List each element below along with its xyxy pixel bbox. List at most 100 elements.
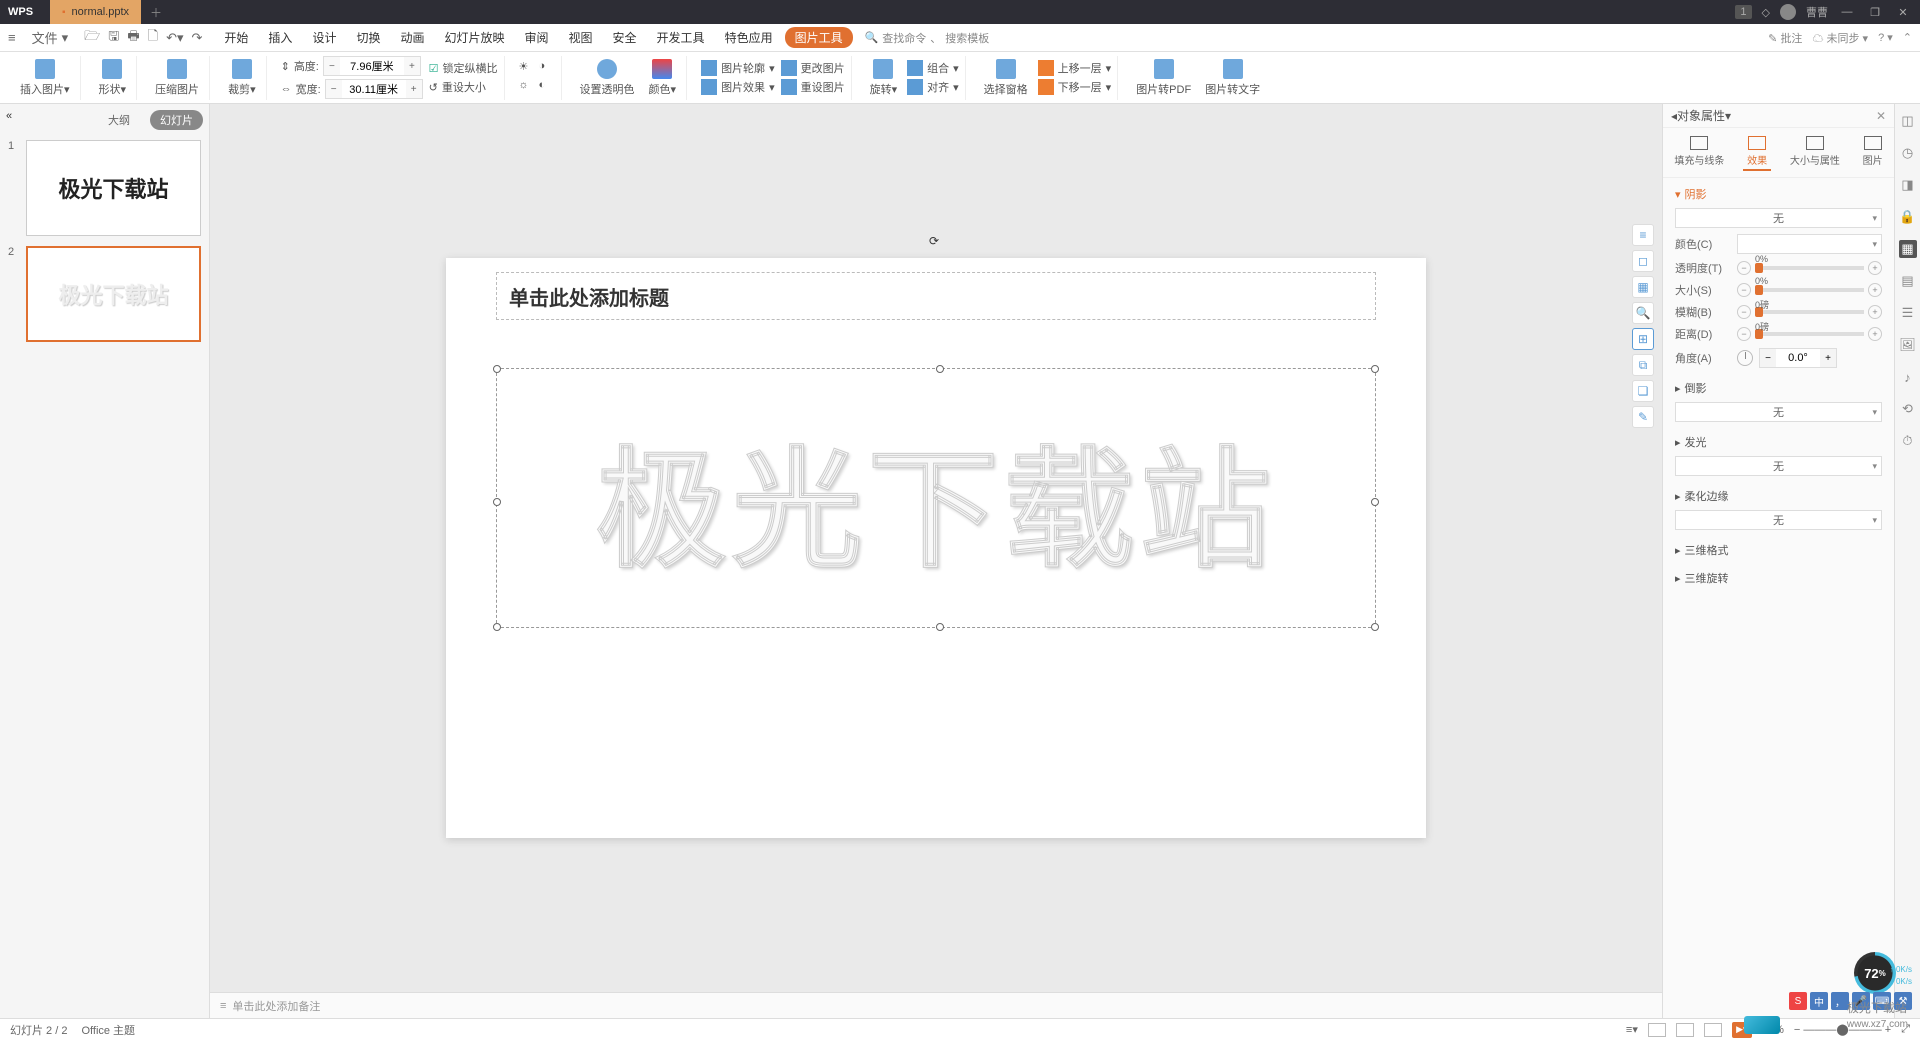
save-icon[interactable]: 🖫 — [108, 27, 119, 49]
move-up-button[interactable]: 上移一层▾ — [1038, 60, 1112, 76]
edit-tool-icon[interactable]: ✎ — [1632, 406, 1654, 428]
lock-ratio-checkbox[interactable]: ☑锁定纵横比 — [429, 60, 498, 76]
sec-3dformat[interactable]: ▸ 三维格式 — [1675, 542, 1882, 558]
handle-tc[interactable] — [936, 365, 944, 373]
rail-lock-icon[interactable]: 🔒 — [1899, 208, 1917, 226]
pic-effect-button[interactable]: 图片效果▾ — [701, 79, 775, 95]
height-spinner[interactable]: −+ — [323, 56, 421, 76]
rail-more-icon[interactable]: ☰ — [1899, 304, 1917, 322]
avatar[interactable] — [1780, 4, 1796, 20]
prop-tab-size[interactable]: 大小与属性 — [1786, 134, 1844, 171]
change-pic-button[interactable]: 更改图片 — [781, 60, 845, 76]
tab-security[interactable]: 安全 — [605, 25, 645, 50]
document-tab[interactable]: normal.pptx — [50, 0, 141, 24]
angle-input[interactable]: −+ — [1759, 348, 1837, 368]
search-commands[interactable]: 🔍 查找命令、搜索模板 — [865, 30, 990, 46]
minimize-button[interactable]: — — [1838, 6, 1856, 18]
prop-tab-effect[interactable]: 效果 — [1743, 134, 1771, 171]
tab-slideshow[interactable]: 幻灯片放映 — [436, 25, 512, 50]
handle-bc[interactable] — [936, 623, 944, 631]
copy-tool-icon[interactable]: ⧉ — [1632, 354, 1654, 376]
contrast-minus-icon[interactable]: ◐ — [539, 79, 555, 95]
shadow-color-select[interactable] — [1737, 234, 1882, 254]
rotation-handle[interactable]: ⟳ — [929, 234, 943, 248]
rail-anim-icon[interactable]: ⟲ — [1899, 400, 1917, 418]
rail-pic-icon[interactable]: 🖼 — [1899, 336, 1917, 354]
handle-bl[interactable] — [493, 623, 501, 631]
width-spinner[interactable]: −+ — [325, 79, 423, 99]
handle-br[interactable] — [1371, 623, 1379, 631]
ime-mode[interactable]: 中 — [1810, 992, 1828, 1010]
tab-design[interactable]: 设计 — [304, 25, 344, 50]
angle-dial[interactable] — [1737, 350, 1753, 366]
compress-picture-button[interactable]: 压缩图片 — [151, 57, 203, 99]
undo-icon[interactable]: ↶▾ — [166, 30, 183, 46]
selection-pane-button[interactable]: 选择窗格 — [980, 57, 1032, 99]
view-menu-icon[interactable]: ≡▾ — [1626, 1023, 1638, 1036]
pic-to-text-button[interactable]: 图片转文字 — [1201, 57, 1264, 99]
inc-btn[interactable]: + — [1868, 261, 1882, 275]
contrast-plus-icon[interactable]: ◑ — [539, 60, 555, 76]
rail-ai-icon[interactable]: ▦ — [1899, 240, 1917, 258]
tab-transition[interactable]: 切换 — [348, 25, 388, 50]
new-tab-button[interactable]: ＋ — [141, 0, 171, 24]
glow-select[interactable]: 无 — [1675, 456, 1882, 476]
tab-start[interactable]: 开始 — [216, 25, 256, 50]
slide-thumb-1[interactable]: 极光下载站 — [26, 140, 201, 236]
sec-reflection[interactable]: ▸ 倒影 — [1675, 380, 1882, 396]
slide-canvas[interactable]: 单击此处添加标题 ⟳ 极光下载站 — [446, 258, 1426, 838]
sec-glow[interactable]: ▸ 发光 — [1675, 434, 1882, 450]
sec-shadow[interactable]: ▾ 阴影 — [1675, 186, 1882, 202]
handle-mr[interactable] — [1371, 498, 1379, 506]
tab-animation[interactable]: 动画 — [392, 25, 432, 50]
sec-softedge[interactable]: ▸ 柔化边缘 — [1675, 488, 1882, 504]
sec-3drotation[interactable]: ▸ 三维旋转 — [1675, 570, 1882, 586]
collapse-ribbon-icon[interactable]: ⌃ — [1903, 31, 1912, 44]
help-icon[interactable]: ? ▾ — [1878, 31, 1893, 44]
close-button[interactable]: ✕ — [1894, 6, 1912, 19]
zoom-tool-icon[interactable]: 🔍 — [1632, 302, 1654, 324]
blur-slider[interactable]: 0磅 — [1755, 310, 1864, 314]
ime-logo-icon[interactable]: S — [1789, 992, 1807, 1010]
slides-tab[interactable]: 幻灯片 — [150, 110, 203, 130]
combine-button[interactable]: 组合▾ — [907, 60, 959, 76]
open-icon[interactable]: 🗁 — [84, 27, 100, 49]
pic-outline-button[interactable]: 图片轮廓▾ — [701, 60, 775, 76]
rail-template-icon[interactable]: ◫ — [1899, 112, 1917, 130]
prop-tab-pic[interactable]: 图片 — [1859, 134, 1887, 171]
reading-view-icon[interactable] — [1704, 1023, 1722, 1037]
redo-icon[interactable]: ↷ — [192, 30, 203, 46]
brightness-minus-icon[interactable]: ☼ — [519, 79, 535, 95]
cloud-icon[interactable]: ◇ — [1762, 6, 1770, 19]
selection-box[interactable] — [496, 368, 1376, 628]
notif-badge[interactable]: 1 — [1735, 5, 1751, 19]
softedge-select[interactable]: 无 — [1675, 510, 1882, 530]
brightness-icon[interactable]: ☀ — [519, 60, 535, 76]
slide-thumb-2[interactable]: 极光下载站 — [26, 246, 201, 342]
color-button[interactable]: 颜色▾ — [645, 57, 681, 99]
tab-devtools[interactable]: 开发工具 — [649, 25, 713, 50]
tab-special[interactable]: 特色应用 — [717, 25, 781, 50]
normal-view-icon[interactable] — [1648, 1023, 1666, 1037]
shadow-preset[interactable]: 无 — [1675, 208, 1882, 228]
crop-button[interactable]: 裁剪▾ — [224, 57, 260, 99]
reset-pic-button[interactable]: 重设图片 — [781, 79, 845, 95]
layer-icon[interactable]: ≡ — [1632, 224, 1654, 246]
distance-slider[interactable]: 0磅 — [1755, 332, 1864, 336]
menu-icon[interactable]: ≡ — [8, 30, 16, 45]
rail-sound-icon[interactable]: ♪ — [1899, 368, 1917, 386]
shape-button[interactable]: 形状▾ — [95, 57, 131, 99]
prop-close-icon[interactable]: ✕ — [1876, 109, 1886, 123]
dec-btn[interactable]: − — [1737, 261, 1751, 275]
outline-tab[interactable]: 大纲 — [98, 110, 140, 130]
reflection-select[interactable]: 无 — [1675, 402, 1882, 422]
pic-to-pdf-button[interactable]: 图片转PDF — [1132, 57, 1195, 99]
reset-size-button[interactable]: ↺重设大小 — [429, 79, 498, 95]
size-slider[interactable]: 0% — [1755, 288, 1864, 292]
move-down-button[interactable]: 下移一层▾ — [1038, 79, 1112, 95]
preview-icon[interactable]: 🗋 — [148, 27, 158, 49]
handle-ml[interactable] — [493, 498, 501, 506]
rotate-button[interactable]: 旋转▾ — [866, 57, 902, 99]
sorter-view-icon[interactable] — [1676, 1023, 1694, 1037]
print-icon[interactable]: 🖶 — [127, 27, 139, 49]
